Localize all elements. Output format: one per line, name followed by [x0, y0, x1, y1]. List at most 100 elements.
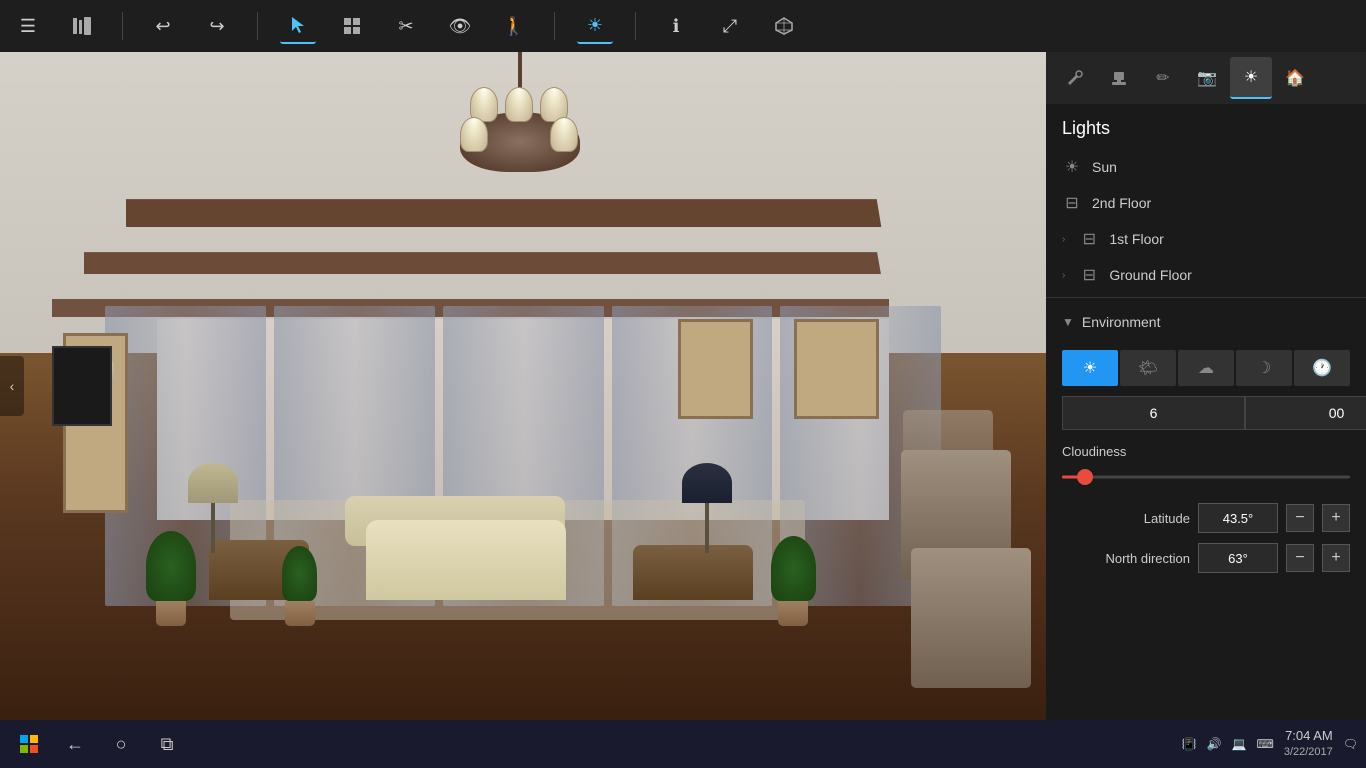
time-minute-input[interactable]	[1245, 396, 1366, 430]
plant-top-3	[771, 536, 816, 601]
info-button[interactable]: ℹ	[658, 8, 694, 44]
latitude-input[interactable]	[1198, 503, 1278, 533]
latitude-increase-button[interactable]: +	[1322, 504, 1350, 532]
panel-separator	[1046, 297, 1366, 298]
chandelier-light-5	[550, 117, 578, 152]
cloudiness-label: Cloudiness	[1062, 444, 1350, 459]
floor-lamp-right	[682, 463, 732, 553]
chevron-left-icon: ‹	[10, 378, 15, 394]
tod-clock-button[interactable]: 🕐	[1294, 350, 1350, 386]
north-direction-increase-button[interactable]: +	[1322, 544, 1350, 572]
redo-button[interactable]: ↪	[199, 8, 235, 44]
clock-area[interactable]: 7:04 AM 3/22/2017	[1284, 728, 1333, 759]
lights-section: Lights ☀ Sun ⊟ 2nd Floor › ⊟ 1st Floor ›…	[1046, 104, 1366, 293]
start-button[interactable]	[8, 723, 50, 765]
wall-painting-3	[794, 319, 879, 419]
3d-viewport[interactable]: ‹	[0, 52, 1046, 720]
tod-cloudy-button[interactable]: ☁	[1178, 350, 1234, 386]
accent-chair-right	[633, 545, 753, 600]
back-button[interactable]: ←	[54, 723, 96, 765]
plant-pot-3	[778, 601, 808, 626]
light-item-ground-floor-label: Ground Floor	[1109, 267, 1191, 283]
environment-header[interactable]: ▼ Environment	[1046, 302, 1366, 342]
time-of-day-buttons: ☀ 🌤 ☁ ☽ 🕐	[1062, 350, 1350, 386]
plant-top-1	[146, 531, 196, 601]
slider-track	[1062, 476, 1350, 479]
plant-2	[282, 546, 317, 626]
lamp-shade-left	[188, 463, 238, 503]
environment-section: ▼ Environment ☀ 🌤 ☁ ☽ 🕐 Cloudiness	[1046, 302, 1366, 720]
side-nav-arrow[interactable]: ‹	[0, 356, 24, 416]
tab-paint[interactable]	[1054, 57, 1096, 99]
select-tool-button[interactable]	[280, 8, 316, 44]
network-icon[interactable]: 💻	[1232, 737, 1247, 751]
task-view-button[interactable]: ⧉	[146, 723, 188, 765]
tod-clear-day-button[interactable]: ☀	[1062, 350, 1118, 386]
lighting-button[interactable]: ☀	[577, 8, 613, 44]
clock-time: 7:04 AM	[1284, 728, 1333, 745]
sun-icon: ☀	[1062, 157, 1082, 177]
scissors-button[interactable]: ✂	[388, 8, 424, 44]
light-item-1st-floor[interactable]: › ⊟ 1st Floor	[1046, 221, 1366, 257]
volume-icon[interactable]: 🔊	[1207, 737, 1222, 751]
library-button[interactable]	[64, 8, 100, 44]
expand-icon-ground-floor: ›	[1062, 270, 1065, 281]
top-toolbar: ☰ ↩ ↪ ✂ 👁 🚶 ☀ ℹ ⤢	[0, 0, 1366, 52]
expand-icon-1st-floor: ›	[1062, 234, 1065, 245]
system-tray: 📳 🔊 💻 ⌨ 7:04 AM 3/22/2017 🗨	[1182, 728, 1358, 759]
light-item-sun-label: Sun	[1092, 159, 1117, 175]
floor-icon-ground: ⊟	[1079, 265, 1099, 285]
tab-camera[interactable]: 📷	[1186, 57, 1228, 99]
expand-button[interactable]: ⤢	[712, 8, 748, 44]
cloudiness-slider[interactable]	[1062, 467, 1350, 487]
time-inputs	[1062, 396, 1350, 430]
plant-top-2	[282, 546, 317, 601]
eye-button[interactable]: 👁	[442, 8, 478, 44]
keyboard-icon: 📳	[1182, 737, 1197, 751]
taskbar: ← ○ ⧉ 📳 🔊 💻 ⌨ 7:04 AM 3/22/2017 🗨	[0, 720, 1366, 768]
toolbar-separator-3	[554, 12, 555, 40]
tod-night-button[interactable]: ☽	[1236, 350, 1292, 386]
slider-thumb[interactable]	[1077, 469, 1093, 485]
light-item-2nd-floor[interactable]: ⊟ 2nd Floor	[1046, 185, 1366, 221]
floor-icon-1st: ⊟	[1079, 229, 1099, 249]
menu-button[interactable]: ☰	[10, 8, 46, 44]
tod-partly-cloudy-button[interactable]: 🌤	[1120, 350, 1176, 386]
notification-icon[interactable]: 🗨	[1343, 737, 1358, 751]
ceiling-beam-2	[84, 252, 881, 274]
search-button[interactable]: ○	[100, 723, 142, 765]
ime-icon[interactable]: ⌨	[1257, 737, 1274, 751]
lamp-pole-left	[211, 503, 215, 553]
chandelier-light-4	[460, 117, 488, 152]
north-direction-input[interactable]	[1198, 543, 1278, 573]
plant-3	[771, 536, 816, 626]
dining-chair-2	[911, 548, 1031, 688]
light-item-sun[interactable]: ☀ Sun	[1046, 149, 1366, 185]
walk-button[interactable]: 🚶	[496, 8, 532, 44]
tab-lighting[interactable]: ☀	[1230, 57, 1272, 99]
plant-1	[146, 531, 196, 626]
chandelier	[460, 52, 580, 172]
light-item-ground-floor[interactable]: › ⊟ Ground Floor	[1046, 257, 1366, 293]
wall-painting-2	[678, 319, 753, 419]
objects-button[interactable]	[334, 8, 370, 44]
tab-stamp[interactable]	[1098, 57, 1140, 99]
floor-icon-2nd: ⊟	[1062, 193, 1082, 213]
latitude-row: Latitude − +	[1062, 503, 1350, 533]
panel-tabs: ✏ 📷 ☀ 🏠	[1046, 52, 1366, 104]
chandelier-body	[460, 112, 580, 172]
collapse-icon: ▼	[1062, 315, 1074, 329]
ceiling-beam-1	[126, 199, 881, 227]
time-hour-input[interactable]	[1062, 396, 1245, 430]
latitude-label: Latitude	[1062, 511, 1190, 526]
undo-button[interactable]: ↩	[145, 8, 181, 44]
latitude-decrease-button[interactable]: −	[1286, 504, 1314, 532]
north-direction-decrease-button[interactable]: −	[1286, 544, 1314, 572]
tab-draw[interactable]: ✏	[1142, 57, 1184, 99]
toolbar-separator-1	[122, 12, 123, 40]
toolbar-separator-2	[257, 12, 258, 40]
lights-title: Lights	[1046, 104, 1366, 149]
north-direction-label: North direction	[1062, 551, 1190, 566]
3d-button[interactable]	[766, 8, 802, 44]
tab-house[interactable]: 🏠	[1274, 57, 1316, 99]
